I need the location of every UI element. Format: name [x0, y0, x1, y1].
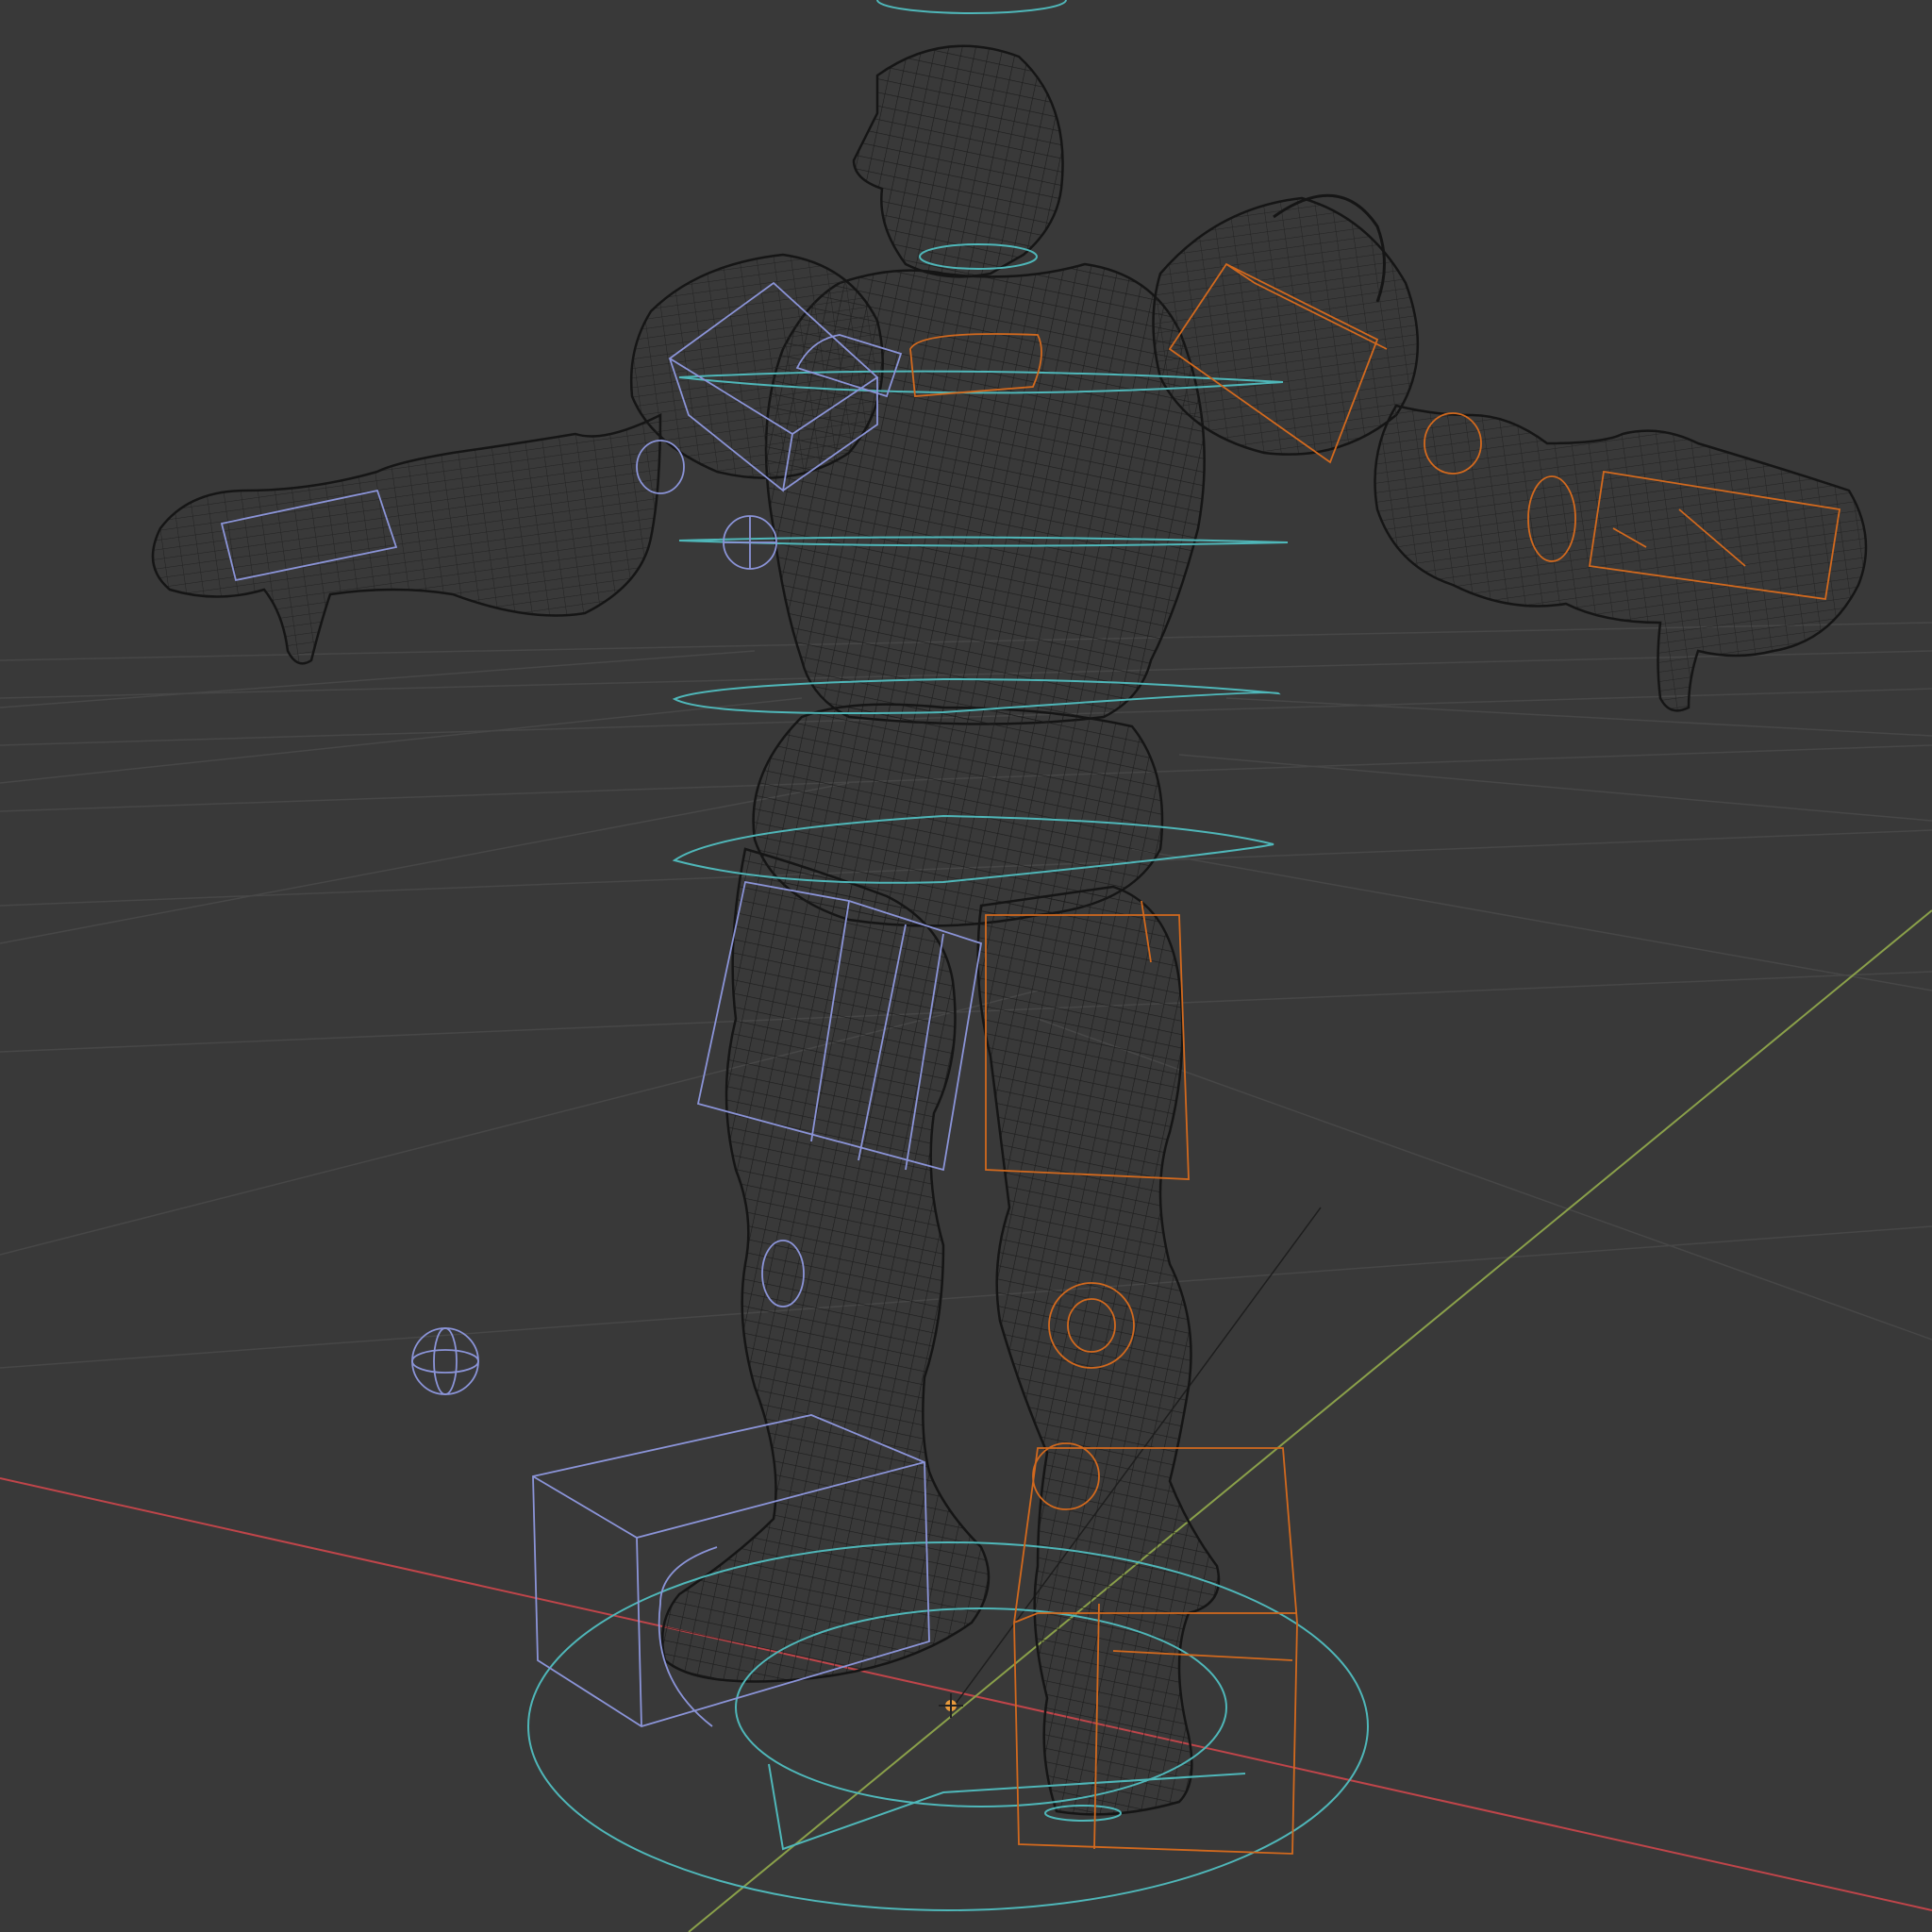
left-hip-ik-target[interactable]: [723, 515, 777, 570]
3d-viewport[interactable]: [0, 0, 1932, 1932]
